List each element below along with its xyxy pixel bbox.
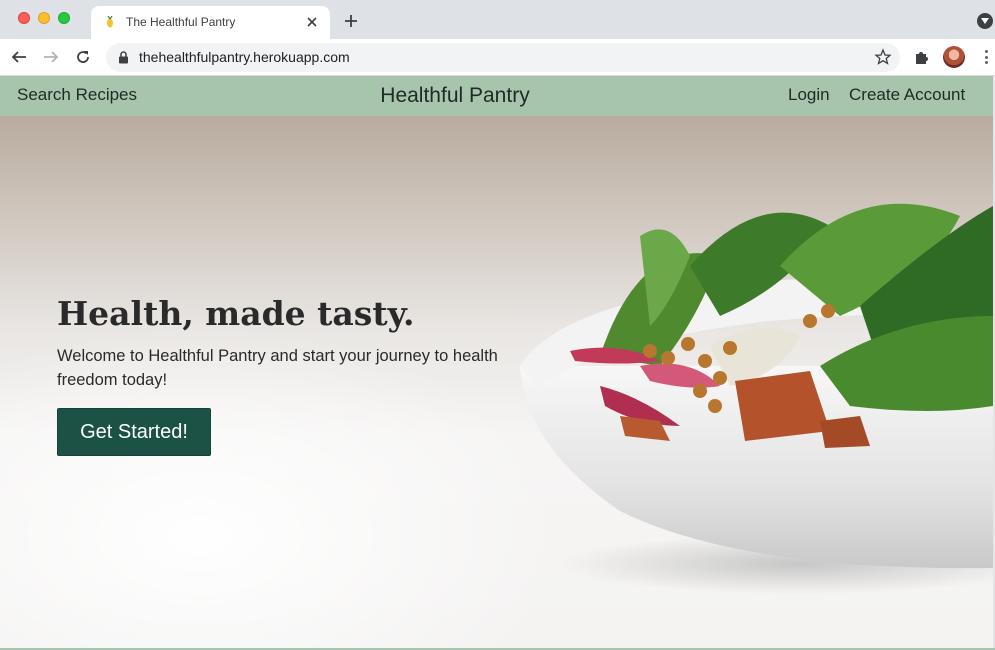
hero-title: Health, made tasty. [57, 294, 415, 333]
hero-section: Health, made tasty. Welcome to Healthful… [0, 116, 993, 648]
browser-tab-strip: The Healthful Pantry [0, 0, 995, 39]
tab-title: The Healthful Pantry [126, 15, 236, 29]
get-started-button[interactable]: Get Started! [57, 408, 211, 456]
hero-subtitle: Welcome to Healthful Pantry and start yo… [57, 347, 498, 389]
browser-tab[interactable]: The Healthful Pantry [91, 6, 330, 39]
nav-login[interactable]: Login [788, 85, 830, 105]
address-bar[interactable]: thehealthfulpantry.herokuapp.com [106, 43, 900, 72]
site-navbar: Search Recipes Healthful Pantry Login Cr… [0, 76, 993, 116]
maximize-window-button[interactable] [58, 12, 70, 24]
kebab-menu-icon[interactable] [980, 48, 992, 66]
minimize-window-button[interactable] [38, 12, 50, 24]
pantry-favicon-icon [107, 16, 113, 28]
reload-icon[interactable] [73, 47, 93, 67]
new-tab-icon[interactable] [342, 12, 360, 30]
lock-icon [119, 51, 128, 64]
close-tab-icon[interactable] [304, 14, 320, 30]
nav-create-account[interactable]: Create Account [849, 85, 965, 105]
close-window-button[interactable] [18, 12, 30, 24]
profile-avatar[interactable] [943, 46, 965, 68]
puzzle-icon[interactable] [913, 48, 931, 66]
star-icon[interactable] [874, 48, 892, 66]
back-arrow-icon[interactable] [9, 47, 29, 67]
site-brand[interactable]: Healthful Pantry [0, 84, 910, 108]
browser-toolbar: thehealthfulpantry.herokuapp.com [0, 39, 995, 76]
forward-arrow-icon[interactable] [41, 47, 61, 67]
tab-search-icon[interactable] [977, 13, 993, 29]
url-text: thehealthfulpantry.herokuapp.com [139, 49, 350, 65]
